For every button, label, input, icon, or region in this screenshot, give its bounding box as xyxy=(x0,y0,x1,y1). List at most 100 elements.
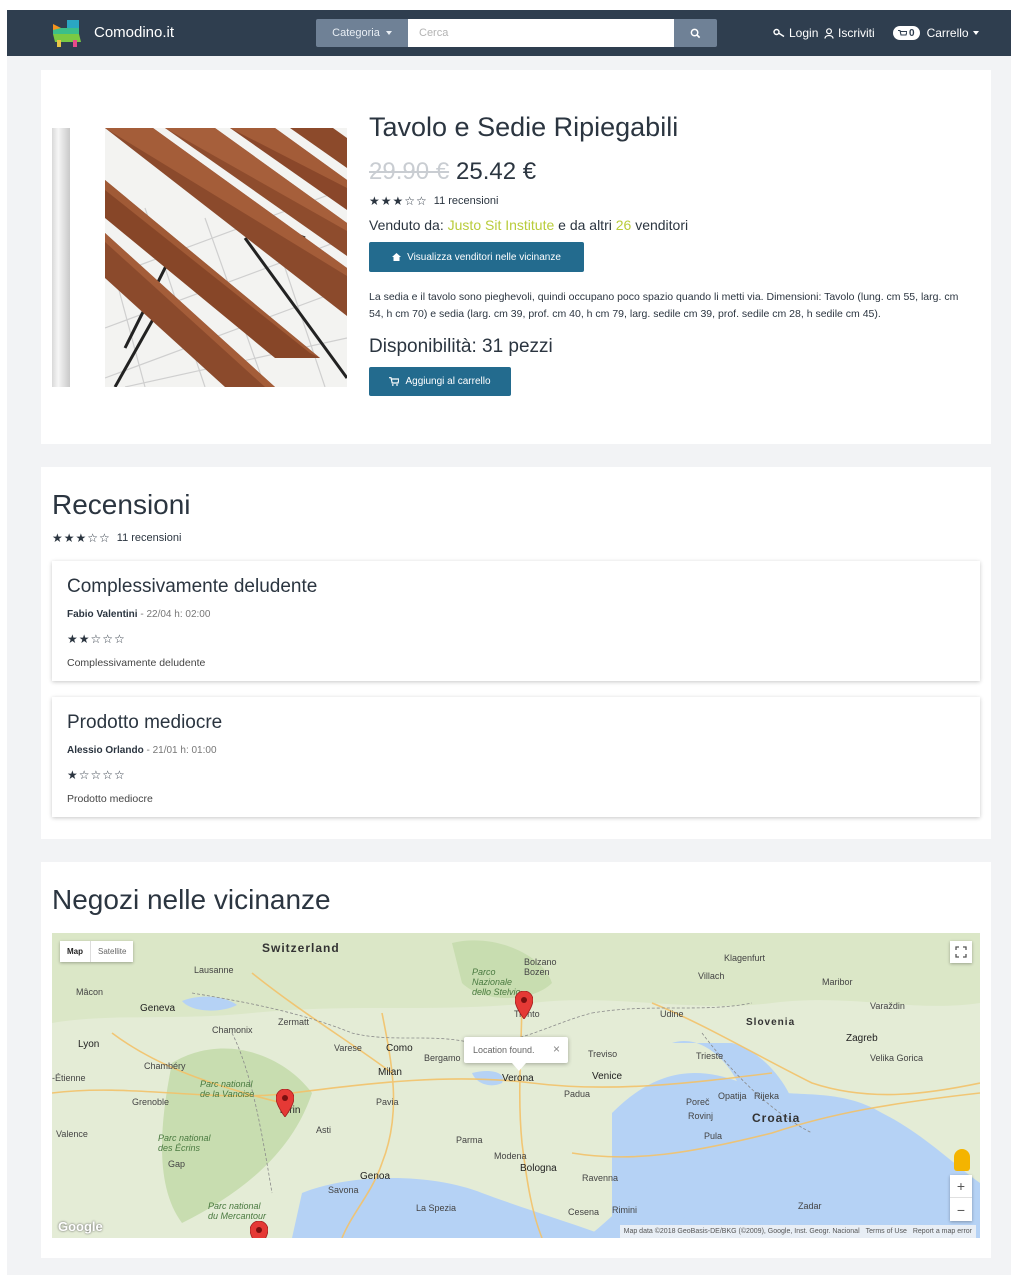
zoom-control: + − xyxy=(950,1175,972,1221)
add-to-cart-button[interactable]: Aggiungi al carrello xyxy=(369,367,511,396)
search-input[interactable] xyxy=(408,19,674,47)
map-marker-icon[interactable] xyxy=(515,991,533,1019)
star-rating-icon: ★★☆☆☆ xyxy=(67,632,126,646)
login-link[interactable]: Login xyxy=(773,26,818,40)
map-label: Switzerland xyxy=(262,941,340,955)
chevron-left-icon xyxy=(70,249,81,269)
map-view[interactable]: Map Satellite Switzerland Slovenia Croat… xyxy=(52,933,980,1238)
map-label: Chambéry xyxy=(144,1061,186,1071)
map-label: Mâcon xyxy=(76,987,104,997)
zoom-out-button[interactable]: − xyxy=(950,1198,972,1221)
terms-link[interactable]: Terms of Use xyxy=(866,1228,907,1235)
map-label: Bologna xyxy=(520,1163,557,1174)
map-label: Maribor xyxy=(822,977,853,987)
map-label: Pavia xyxy=(376,1097,399,1107)
product-description: La sedia e il tavolo sono pieghevoli, qu… xyxy=(369,291,959,320)
logo-icon[interactable] xyxy=(51,18,83,48)
map-label: Villach xyxy=(698,971,725,981)
cart-count: 0 xyxy=(909,27,915,39)
map-label: Pula xyxy=(704,1131,723,1141)
map-label: Cesena xyxy=(568,1207,600,1217)
map-label: Zadar xyxy=(798,1201,822,1211)
map-label: Klagenfurt xyxy=(724,953,766,963)
signup-label: Iscriviti xyxy=(838,26,875,40)
street-view-pegman-icon[interactable] xyxy=(954,1149,970,1171)
map-label: Milan xyxy=(378,1067,402,1078)
map-label: Venice xyxy=(592,1071,623,1082)
map-label: Rovinj xyxy=(688,1111,714,1121)
map-label: Parc national des Écrins xyxy=(158,1133,211,1153)
review-title: Prodotto mediocre xyxy=(67,712,223,733)
map-label: La Spezia xyxy=(416,1203,457,1213)
cart-icon xyxy=(389,377,400,386)
login-label: Login xyxy=(789,26,819,40)
add-to-cart-label: Aggiungi al carrello xyxy=(405,376,491,387)
product-image[interactable] xyxy=(105,128,347,387)
reviews-heading: Recensioni xyxy=(52,489,191,520)
fullscreen-button[interactable] xyxy=(950,941,972,963)
google-logo: Google xyxy=(58,1219,103,1234)
map-label: Slovenia xyxy=(746,1017,796,1028)
map-type-map-button[interactable]: Map xyxy=(60,941,90,962)
seller-link[interactable]: Justo Sit Institute xyxy=(448,217,555,233)
map-label: Savona xyxy=(328,1185,359,1195)
home-icon xyxy=(392,253,402,261)
zoom-in-button[interactable]: + xyxy=(950,1175,972,1198)
search-button[interactable] xyxy=(674,19,717,47)
sold-by-prefix: Venduto da: xyxy=(369,217,444,233)
reviews-summary: ★★★☆☆ 11 recensioni xyxy=(52,531,181,545)
key-icon xyxy=(773,28,785,38)
reviews-summary-count: 11 recensioni xyxy=(116,532,182,544)
map-data-credit: Map data ©2018 GeoBasis-DE/BKG (©2009), … xyxy=(623,1228,860,1235)
availability: Disponibilità: 31 pezzi xyxy=(369,336,553,357)
current-price: 25.42 € xyxy=(456,158,537,185)
review-date: - 21/01 h: 01:00 xyxy=(146,745,217,756)
category-label: Categoria xyxy=(332,27,380,39)
map-type-toggle: Map Satellite xyxy=(60,941,134,962)
sold-by-suffix: venditori xyxy=(635,217,689,233)
product-card: Tavolo e Sedie Ripiegabili 29.90 € 25.42… xyxy=(41,70,991,444)
search-icon xyxy=(690,28,701,38)
report-error-link[interactable]: Report a map error xyxy=(913,1228,972,1235)
map-label: Ravenna xyxy=(582,1173,619,1183)
map-marker-icon[interactable] xyxy=(250,1221,268,1238)
map-label: Modena xyxy=(494,1151,527,1161)
map-label: Zagreb xyxy=(846,1033,878,1044)
map-label: Geneva xyxy=(140,1003,176,1014)
sold-by-middle: e da altri xyxy=(558,217,612,233)
map-label: Varaždin xyxy=(870,1001,905,1011)
map-label: Gap xyxy=(168,1159,186,1169)
map-label: Croatia xyxy=(752,1111,801,1125)
review-count[interactable]: 11 recensioni xyxy=(434,195,499,207)
map-label: Velika Gorica xyxy=(870,1053,924,1063)
map-label: Poreč xyxy=(686,1097,710,1107)
map-label: Bergamo xyxy=(424,1053,461,1063)
brand-name[interactable]: Comodino.it xyxy=(94,24,174,41)
carousel-prev-button[interactable] xyxy=(64,245,88,273)
review-title: Complessivamente deludente xyxy=(67,576,318,597)
old-price: 29.90 € xyxy=(369,158,450,185)
map-label: Como xyxy=(386,1043,413,1054)
map-label: Parc national du Mercantour xyxy=(208,1201,267,1221)
top-navbar: Comodino.it Categoria Login Iscriviti 0 xyxy=(7,10,1011,56)
review-body: Complessivamente deludente xyxy=(67,657,206,669)
popup-text: Location found. xyxy=(473,1045,535,1055)
map-label: Asti xyxy=(316,1125,332,1135)
map-label: Rimini xyxy=(612,1205,638,1215)
chevron-down-icon xyxy=(972,31,979,35)
map-label: Chamonix xyxy=(212,1025,253,1035)
star-rating-icon: ★★★☆☆ xyxy=(52,531,111,545)
signup-link[interactable]: Iscriviti xyxy=(824,26,875,40)
map-label: Lausanne xyxy=(194,965,234,975)
other-sellers-count[interactable]: 26 xyxy=(616,217,632,233)
star-rating-icon: ★★★☆☆ xyxy=(369,194,428,208)
user-icon xyxy=(824,27,834,39)
map-label: Padua xyxy=(564,1089,591,1099)
map-marker-icon[interactable] xyxy=(276,1089,294,1117)
category-dropdown-button[interactable]: Categoria xyxy=(316,19,408,47)
close-icon[interactable]: × xyxy=(553,1042,560,1056)
nearby-vendors-button[interactable]: Visualizza venditori nelle vicinanze xyxy=(369,242,584,272)
review-meta: Fabio Valentini - 22/04 h: 02:00 xyxy=(67,609,210,620)
cart-dropdown[interactable]: 0 Carrello xyxy=(893,26,979,40)
map-type-satellite-button[interactable]: Satellite xyxy=(90,941,133,962)
